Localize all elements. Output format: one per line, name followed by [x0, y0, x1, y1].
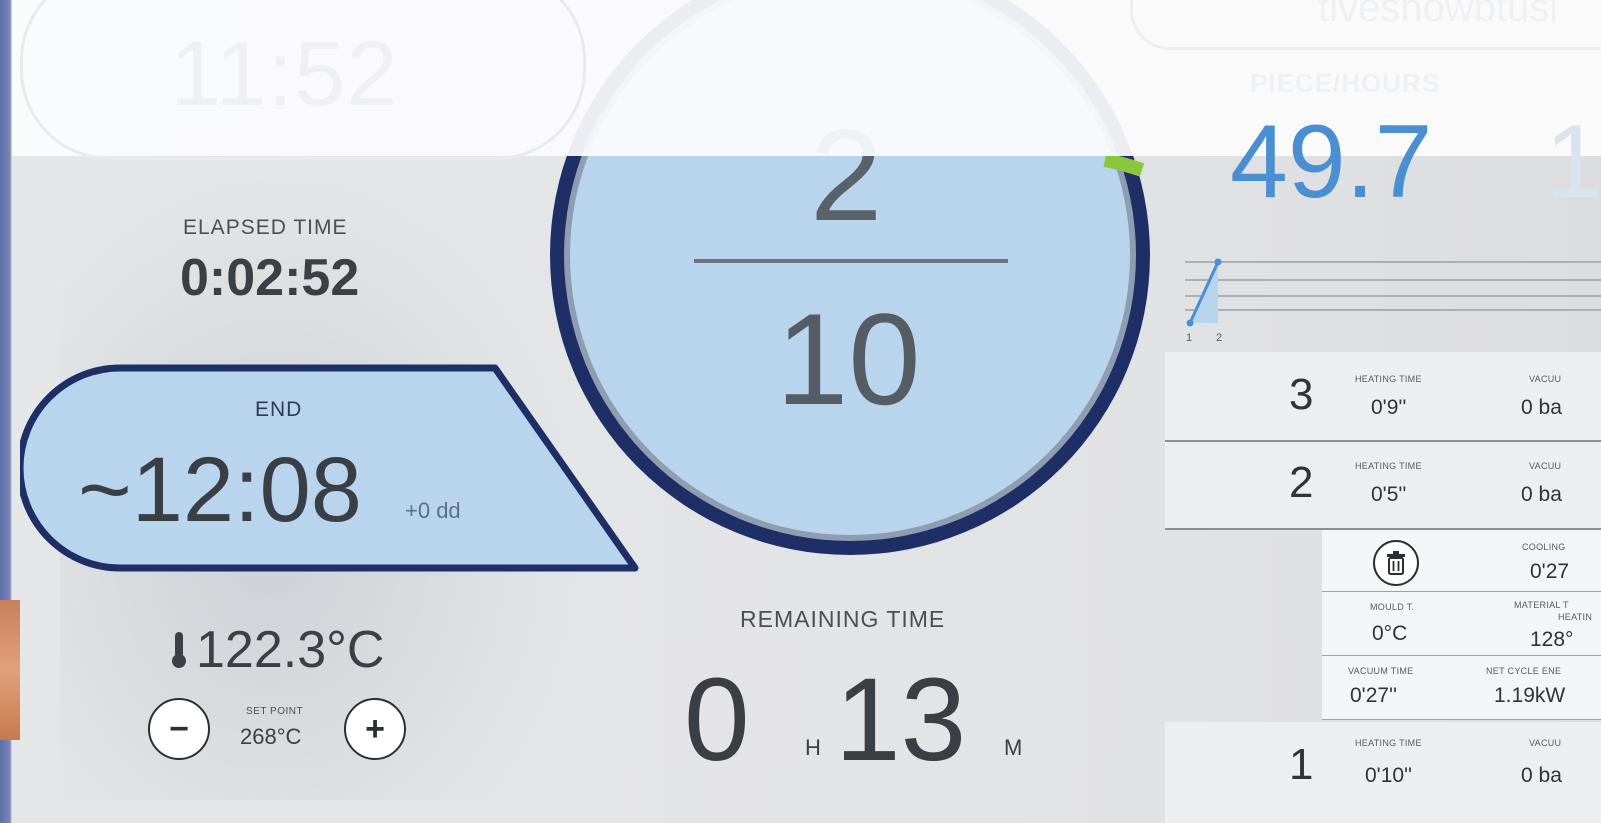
- net-cycle-energy-value: 1.19kW: [1494, 684, 1566, 707]
- end-value: ~12:08: [78, 439, 362, 541]
- material-temp-value: 128°: [1530, 628, 1574, 651]
- vacuum-value: 0 ba: [1521, 764, 1562, 787]
- heating-time-label: HEATING TIME: [1355, 461, 1422, 471]
- piece-hours-value: 49.7: [1230, 104, 1433, 220]
- vacuum-value: 0 ba: [1521, 483, 1562, 506]
- end-extra: +0 dd: [405, 498, 461, 523]
- piece-hours-partial: 1: [1545, 104, 1601, 220]
- chart-tick-2: 2: [1216, 332, 1222, 344]
- cycle-row-number: 3: [1289, 370, 1314, 419]
- cooling-value: 0'27: [1530, 560, 1570, 583]
- end-label: END: [255, 398, 303, 421]
- vacuum-time-value: 0'27'': [1350, 684, 1398, 707]
- material-temp-label: MATERIAL T: [1514, 600, 1569, 610]
- piece-hours-label: PIECE/HOURS: [1250, 68, 1441, 98]
- cooling-label: COOLING: [1522, 542, 1566, 552]
- mould-temp-label: MOULD T.: [1370, 602, 1415, 612]
- delete-button[interactable]: [1373, 540, 1419, 586]
- heating-time-value: 0'10'': [1365, 764, 1413, 787]
- piece-hours-chart: 1 2: [1185, 258, 1601, 344]
- cycle-total: 10: [776, 286, 921, 432]
- setpoint-value: 268°C: [240, 724, 302, 749]
- top-right-text: tiveshowbtusi: [1318, 0, 1559, 30]
- vacuum-label: VACUU: [1529, 738, 1562, 748]
- vacuum-time-label: VACUUM TIME: [1348, 666, 1414, 676]
- cycle-row-number: 1: [1289, 740, 1314, 789]
- cycle-row[interactable]: 3 HEATING TIME 0'9'' VACUU 0 ba: [1165, 352, 1601, 442]
- background-hand: [0, 600, 20, 740]
- remaining-hours-unit: H: [805, 735, 821, 760]
- remaining-minutes-unit: M: [1004, 735, 1023, 760]
- remaining-minutes: 13: [835, 654, 967, 786]
- vacuum-label: VACUU: [1529, 374, 1562, 384]
- trash-icon: [1387, 551, 1405, 575]
- elapsed-time-value: 0:02:52: [180, 249, 360, 307]
- mould-temp-value: 0°C: [1372, 622, 1408, 645]
- setpoint-increase-button[interactable]: +: [344, 698, 406, 760]
- cycle-details-panel: COOLING 0'27 MOULD T. 0°C MATERIAL T HEA…: [1322, 530, 1601, 720]
- chart-tick-1: 1: [1186, 332, 1192, 344]
- net-cycle-energy-label: NET CYCLE ENE: [1486, 666, 1562, 676]
- cycle-row[interactable]: 2 HEATING TIME 0'5'' VACUU 0 ba: [1165, 442, 1601, 530]
- heating-time-label: HEATING TIME: [1355, 374, 1422, 384]
- temperature-value: 122.3°C: [196, 621, 385, 679]
- cycle-row[interactable]: 1 HEATING TIME 0'10'' VACUU 0 ba: [1165, 722, 1601, 823]
- elapsed-time-label: ELAPSED TIME: [183, 216, 348, 239]
- heating-time-value: 0'9'': [1371, 396, 1407, 419]
- remaining-hours: 0: [684, 654, 750, 786]
- setpoint-label: SET POINT: [246, 706, 304, 717]
- vacuum-label: VACUU: [1529, 461, 1562, 471]
- vacuum-value: 0 ba: [1521, 396, 1562, 419]
- thermometer-icon: [172, 632, 186, 668]
- heating-time-label: HEATING TIME: [1355, 738, 1422, 748]
- cycle-row-number: 2: [1289, 458, 1314, 507]
- material-temp-sub: HEATIN: [1558, 612, 1593, 622]
- heating-time-value: 0'5'': [1371, 483, 1407, 506]
- clock: 11:52: [170, 23, 399, 125]
- setpoint-decrease-button[interactable]: −: [148, 698, 210, 760]
- remaining-time-label: REMAINING TIME: [740, 606, 946, 632]
